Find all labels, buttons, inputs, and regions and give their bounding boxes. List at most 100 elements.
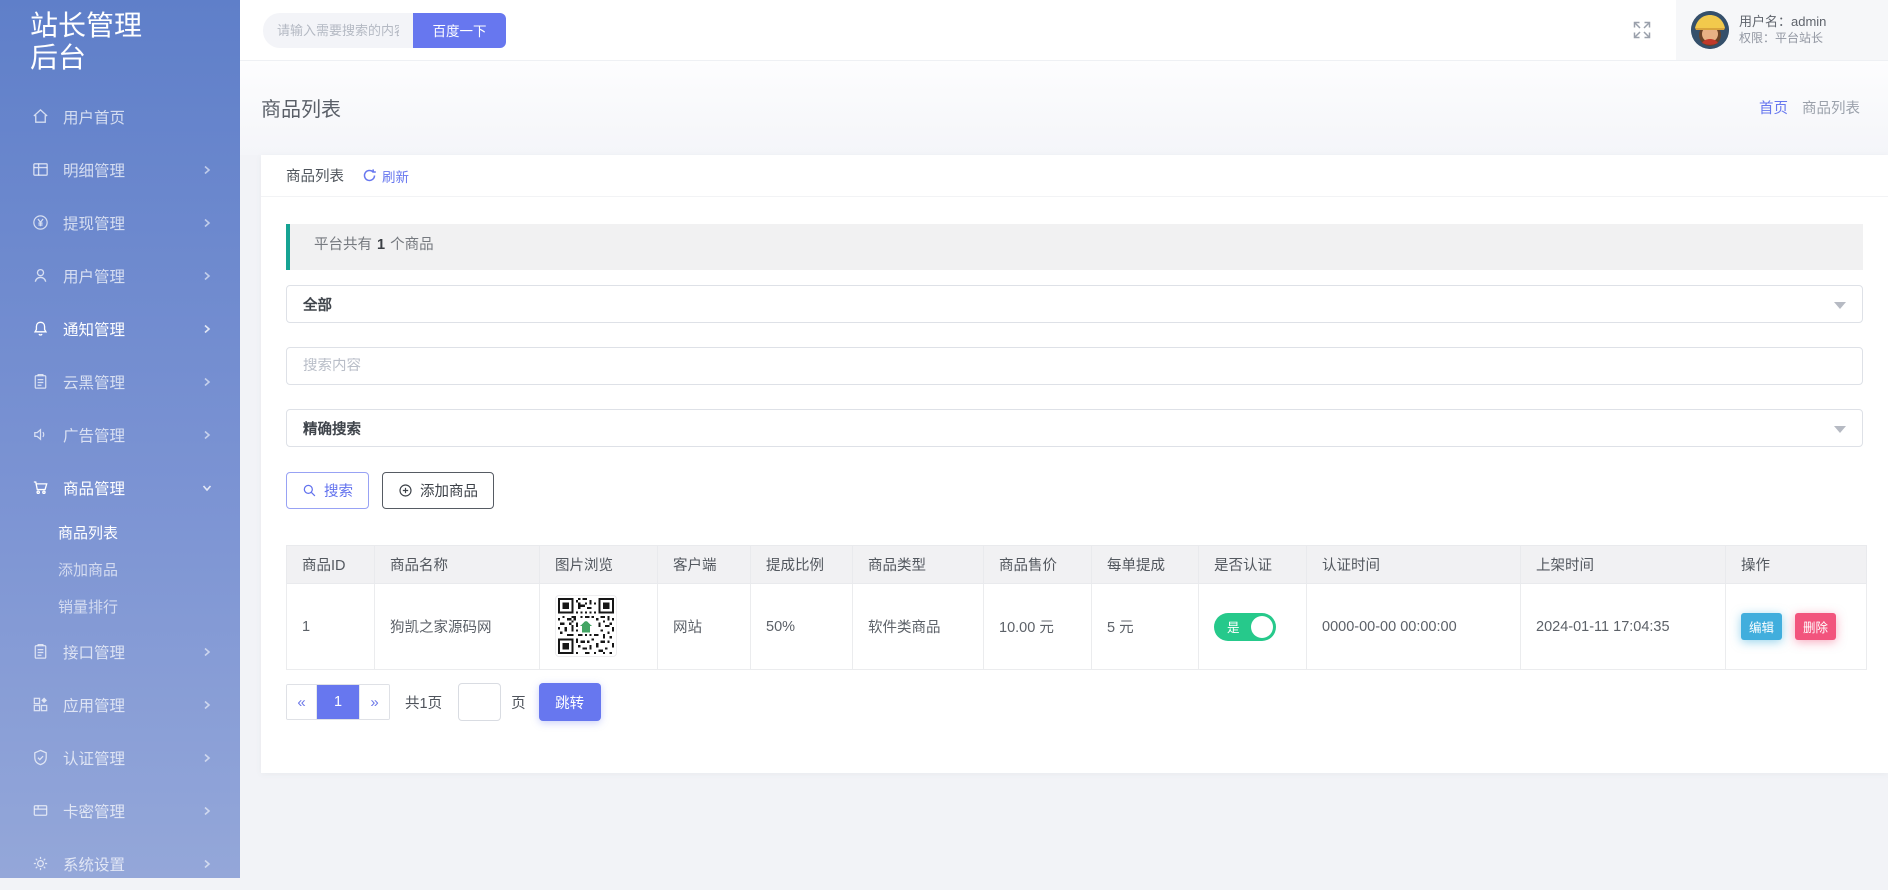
shield-check-icon <box>30 748 50 768</box>
col-header-client: 客户端 <box>658 546 751 584</box>
table-row: 1 狗凯之家源码网 <box>287 584 1867 670</box>
page-jump-input[interactable] <box>458 683 501 721</box>
sidebar-item-home[interactable]: 用户首页 <box>0 90 240 143</box>
action-buttons: 搜索 添加商品 <box>286 472 1863 509</box>
sidebar-item-user[interactable]: 用户管理 <box>0 249 240 302</box>
sidebar: 站长管理后台 用户首页 明细管理 提现管理 用户管理 通知管理 <box>0 0 240 878</box>
category-select[interactable]: 全部 <box>286 285 1863 323</box>
cell-client: 网站 <box>658 584 751 670</box>
sidebar-item-cardkey[interactable]: 卡密管理 <box>0 784 240 837</box>
product-count-alert: 平台共有1个商品 <box>286 224 1863 270</box>
navbar-search-input[interactable] <box>263 13 413 48</box>
yen-icon <box>30 213 50 233</box>
breadcrumb-home-link[interactable]: 首页 <box>1759 97 1788 118</box>
table-icon <box>30 160 50 180</box>
breadcrumb: 首页 商品列表 <box>1759 97 1860 118</box>
blocks-icon <box>30 695 50 715</box>
add-product-button[interactable]: 添加商品 <box>382 472 494 509</box>
cell-ops: 编辑 删除 <box>1726 584 1867 670</box>
refresh-icon <box>362 168 377 183</box>
jump-button[interactable]: 跳转 <box>539 683 601 721</box>
table-header-row: 商品ID 商品名称 图片浏览 客户端 提成比例 商品类型 商品售价 每单提成 是… <box>287 546 1867 584</box>
sidebar-item-api[interactable]: 接口管理 <box>0 625 240 678</box>
search-button[interactable]: 搜索 <box>286 472 369 509</box>
cell-name: 狗凯之家源码网 <box>375 584 540 670</box>
top-navbar: 百度一下 用户名：admin 权限：平台站长 <box>240 0 1888 60</box>
next-page-button[interactable]: » <box>359 685 389 719</box>
col-header-ops: 操作 <box>1726 546 1867 584</box>
gear-icon <box>30 854 50 874</box>
card-icon <box>30 801 50 821</box>
chevron-right-icon <box>202 753 212 763</box>
sidebar-subitem-sales-rank[interactable]: 销量排行 <box>0 588 240 625</box>
cell-certified: 是 <box>1199 584 1307 670</box>
clipboard-icon <box>30 642 50 662</box>
user-role: 权限：平台站长 <box>1739 30 1826 47</box>
col-header-shelf-time: 上架时间 <box>1521 546 1726 584</box>
col-header-id: 商品ID <box>287 546 375 584</box>
col-header-per-order: 每单提成 <box>1092 546 1199 584</box>
sidebar-subitem-product-add[interactable]: 添加商品 <box>0 551 240 588</box>
sidebar-item-ads[interactable]: 广告管理 <box>0 408 240 461</box>
chevron-right-icon <box>202 859 212 869</box>
total-pages-label: 共1页 <box>405 692 442 713</box>
sidebar-item-apps[interactable]: 应用管理 <box>0 678 240 731</box>
navbar-search: 百度一下 <box>263 13 506 48</box>
sidebar-item-cloud-blacklist[interactable]: 云黑管理 <box>0 355 240 408</box>
main-content: 商品列表 刷新 平台共有1个商品 全部 精确搜索 <box>240 155 1888 773</box>
chevron-right-icon <box>202 377 212 387</box>
plus-circle-icon <box>398 483 413 498</box>
edit-button[interactable]: 编辑 <box>1741 613 1782 640</box>
chevron-right-icon <box>202 324 212 334</box>
chevron-right-icon <box>202 647 212 657</box>
chevron-down-icon <box>202 483 212 493</box>
chevron-right-icon <box>202 700 212 710</box>
bell-icon <box>30 319 50 339</box>
page-unit-label: 页 <box>511 692 526 713</box>
pagination-group: « 1 » <box>286 684 390 720</box>
fullscreen-icon[interactable] <box>1632 20 1652 40</box>
col-header-type: 商品类型 <box>853 546 984 584</box>
sidebar-item-product[interactable]: 商品管理 <box>0 461 240 514</box>
dropdown-caret-icon <box>1834 426 1846 433</box>
prev-page-button[interactable]: « <box>287 685 317 719</box>
chevron-right-icon <box>202 271 212 281</box>
home-icon <box>30 107 50 127</box>
page-header: 商品列表 首页 商品列表 <box>240 60 1888 155</box>
sidebar-item-detail[interactable]: 明细管理 <box>0 143 240 196</box>
cell-cert-time: 0000-00-00 00:00:00 <box>1307 584 1521 670</box>
cell-image <box>540 584 658 670</box>
current-page-button[interactable]: 1 <box>317 685 359 719</box>
product-list-card: 商品列表 刷新 平台共有1个商品 全部 精确搜索 <box>261 155 1888 773</box>
cell-price: 10.00 元 <box>984 584 1092 670</box>
cell-per-order: 5 元 <box>1092 584 1199 670</box>
col-header-name: 商品名称 <box>375 546 540 584</box>
user-menu[interactable]: 用户名：admin 权限：平台站长 <box>1676 0 1888 60</box>
baidu-search-button[interactable]: 百度一下 <box>413 13 506 48</box>
chevron-right-icon <box>202 165 212 175</box>
keyword-input[interactable] <box>303 358 1846 374</box>
col-header-certified: 是否认证 <box>1199 546 1307 584</box>
col-header-ratio: 提成比例 <box>751 546 853 584</box>
sidebar-item-notice[interactable]: 通知管理 <box>0 302 240 355</box>
sidebar-item-cert[interactable]: 认证管理 <box>0 731 240 784</box>
cell-type: 软件类商品 <box>853 584 984 670</box>
keyword-field <box>286 347 1863 385</box>
product-count: 1 <box>377 237 385 253</box>
avatar <box>1691 11 1729 49</box>
search-icon <box>302 483 317 498</box>
delete-button[interactable]: 删除 <box>1795 613 1836 640</box>
speaker-icon <box>30 425 50 445</box>
certified-toggle[interactable]: 是 <box>1214 613 1276 641</box>
col-header-cert-time: 认证时间 <box>1307 546 1521 584</box>
user-name: 用户名：admin <box>1739 13 1826 30</box>
sidebar-item-withdraw[interactable]: 提现管理 <box>0 196 240 249</box>
qr-code-image[interactable] <box>555 595 617 657</box>
card-title: 商品列表 <box>286 165 344 186</box>
col-header-image: 图片浏览 <box>540 546 658 584</box>
refresh-link[interactable]: 刷新 <box>362 166 409 186</box>
sidebar-subitem-product-list[interactable]: 商品列表 <box>0 514 240 551</box>
search-mode-select[interactable]: 精确搜索 <box>286 409 1863 447</box>
sidebar-item-settings[interactable]: 系统设置 <box>0 837 240 890</box>
card-header: 商品列表 刷新 <box>261 155 1888 197</box>
